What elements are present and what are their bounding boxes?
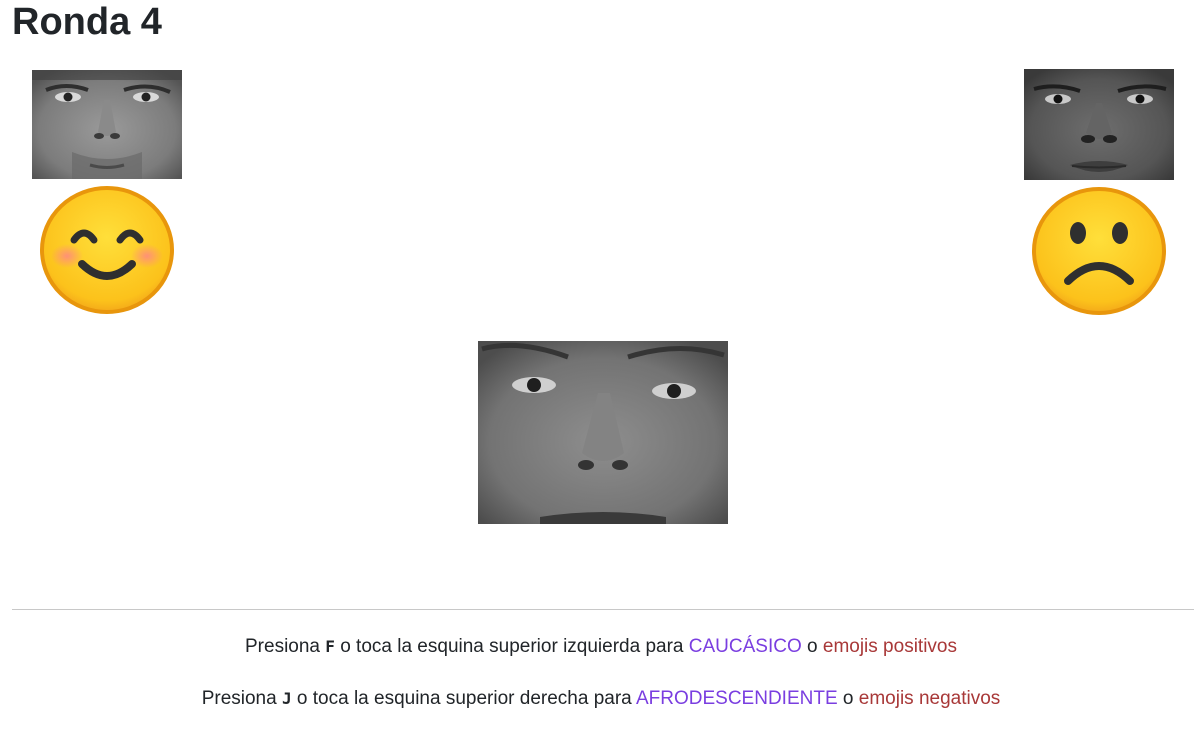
instruction-right: Presiona J o toca la esquina superior de… — [0, 687, 1202, 711]
instruction-middle: o toca la esquina superior derecha para — [296, 688, 632, 709]
instruction-connector: o — [807, 636, 818, 657]
face-photo-right — [1024, 69, 1174, 180]
face-photo-left — [32, 70, 182, 179]
instruction-left: Presiona F o toca la esquina superior iz… — [0, 635, 1202, 659]
instruction-prefix: Presiona — [201, 688, 277, 709]
smiling-face-emoji — [40, 186, 174, 314]
frowning-face-emoji — [1032, 187, 1166, 315]
instruction-connector: o — [842, 688, 854, 709]
category-label-right: AFRODESCENDIENTE — [635, 688, 838, 709]
right-category-face-image[interactable] — [1024, 69, 1174, 180]
attribute-label-left: emojis positivos — [822, 636, 957, 657]
divider — [12, 609, 1194, 610]
frowning-emoji-icon[interactable] — [1030, 185, 1168, 317]
center-target-face-image — [478, 341, 728, 524]
key-j: J — [281, 689, 292, 708]
face-photo-center — [478, 341, 728, 524]
category-label-left: CAUCÁSICO — [688, 636, 802, 657]
key-f: F — [325, 637, 335, 656]
left-category-face-image[interactable] — [32, 70, 182, 179]
iat-round-page: Ronda 4 Presiona F o toca la esquina sup… — [0, 0, 1202, 732]
smiling-emoji-icon[interactable] — [38, 184, 176, 316]
instruction-prefix: Presiona — [245, 636, 320, 657]
round-title: Ronda 4 — [12, 1, 162, 43]
instruction-middle: o toca la esquina superior izquierda par… — [340, 636, 684, 657]
attribute-label-right: emojis negativos — [858, 688, 1001, 709]
